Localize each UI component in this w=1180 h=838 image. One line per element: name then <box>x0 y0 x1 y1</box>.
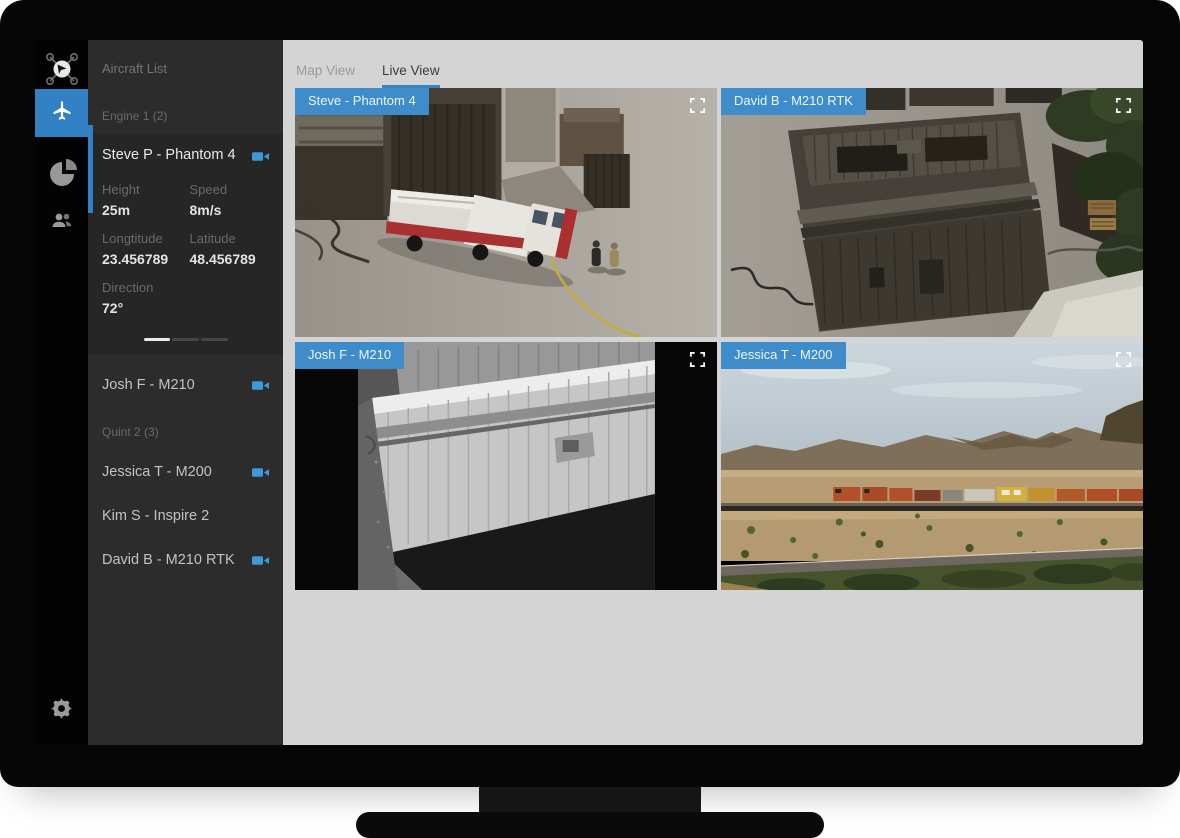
fullscreen-icon[interactable] <box>1115 97 1132 114</box>
video-tile-josh[interactable]: Josh F - M210 <box>295 342 717 590</box>
telemetry-value: 25m <box>102 202 182 218</box>
telemetry-pager[interactable] <box>144 338 228 341</box>
aircraft-name: Kim S - Inspire 2 <box>102 508 209 524</box>
telemetry-value: 48.456789 <box>190 251 270 267</box>
app-logo-icon <box>42 49 82 89</box>
scrollbar-thumb[interactable] <box>88 125 93 213</box>
nav-team-button[interactable] <box>35 198 88 246</box>
video-tile-label: Josh F - M210 <box>295 342 404 369</box>
aircraft-name: Steve P - Phantom 4 <box>102 147 236 163</box>
aircraft-name: David B - M210 RTK <box>102 552 235 568</box>
pie-chart-icon <box>50 162 74 186</box>
video-camera-icon[interactable] <box>252 149 269 161</box>
telemetry-value: 72° <box>102 300 182 316</box>
video-tile-label: Steve - Phantom 4 <box>295 88 429 115</box>
nav-aircraft-button[interactable] <box>35 89 88 137</box>
video-feed-desert-train <box>721 342 1143 590</box>
group-label-engine-1: Engine 1 (2) <box>88 109 283 123</box>
tab-map-view[interactable]: Map View <box>296 63 355 88</box>
aircraft-list-item[interactable]: Jessica T - M200 <box>88 450 283 494</box>
gear-icon <box>51 698 72 724</box>
aircraft-name: Jessica T - M200 <box>102 464 212 480</box>
fullscreen-icon[interactable] <box>689 351 706 368</box>
video-tile-jessica[interactable]: Jessica T - M200 <box>721 342 1143 590</box>
telemetry-label: Height <box>102 182 182 197</box>
sidebar-title: Aircraft List <box>88 40 283 76</box>
aircraft-list-item[interactable]: Josh F - M210 <box>88 363 283 407</box>
tab-live-view[interactable]: Live View <box>382 63 440 88</box>
telemetry-label: Latitude <box>190 231 270 246</box>
telemetry-label: Speed <box>190 182 270 197</box>
aircraft-name: Josh F - M210 <box>102 377 195 393</box>
video-tile-david[interactable]: David B - M210 RTK <box>721 88 1143 337</box>
monitor-stand-neck <box>479 787 701 813</box>
users-icon <box>50 212 74 233</box>
telemetry-label: Direction <box>102 280 182 295</box>
video-feed-firetruck <box>295 88 717 337</box>
telemetry-label: Longtitude <box>102 231 182 246</box>
fullscreen-icon[interactable] <box>689 97 706 114</box>
aircraft-list-item[interactable]: David B - M210 RTK <box>88 538 283 582</box>
telemetry-panel: Height 25m Speed 8m/s Longtitude 23.4567… <box>102 169 269 316</box>
nav-rail <box>35 40 88 745</box>
aircraft-item-selected[interactable]: Steve P - Phantom 4 Height 25m Speed 8m/… <box>88 134 283 355</box>
video-grid: Steve - Phantom 4 <box>295 88 1143 590</box>
video-camera-icon[interactable] <box>252 554 269 566</box>
app-window: Aircraft List Engine 1 (2) Steve P - Pha… <box>35 40 1143 745</box>
view-tabs: Map View Live View <box>283 40 1143 88</box>
settings-button[interactable] <box>35 687 88 735</box>
main-content: Map View Live View <box>283 40 1143 745</box>
monitor-stand-base <box>356 812 824 838</box>
nav-dashboard-button[interactable] <box>35 150 88 198</box>
video-tile-steve[interactable]: Steve - Phantom 4 <box>295 88 717 337</box>
video-tile-label: Jessica T - M200 <box>721 342 846 369</box>
video-feed-infrared <box>295 342 717 590</box>
telemetry-value: 8m/s <box>190 202 270 218</box>
video-tile-label: David B - M210 RTK <box>721 88 866 115</box>
telemetry-value: 23.456789 <box>102 251 182 267</box>
aircraft-icon <box>50 99 74 128</box>
aircraft-list-item[interactable]: Kim S - Inspire 2 <box>88 494 283 538</box>
fullscreen-icon[interactable] <box>1115 351 1132 368</box>
video-feed-structure <box>721 88 1143 337</box>
aircraft-sidebar: Aircraft List Engine 1 (2) Steve P - Pha… <box>88 40 283 745</box>
monitor-mockup: Aircraft List Engine 1 (2) Steve P - Pha… <box>0 0 1180 838</box>
video-camera-icon[interactable] <box>252 379 269 391</box>
group-label-quint-2: Quint 2 (3) <box>88 425 283 439</box>
video-camera-icon[interactable] <box>252 466 269 478</box>
